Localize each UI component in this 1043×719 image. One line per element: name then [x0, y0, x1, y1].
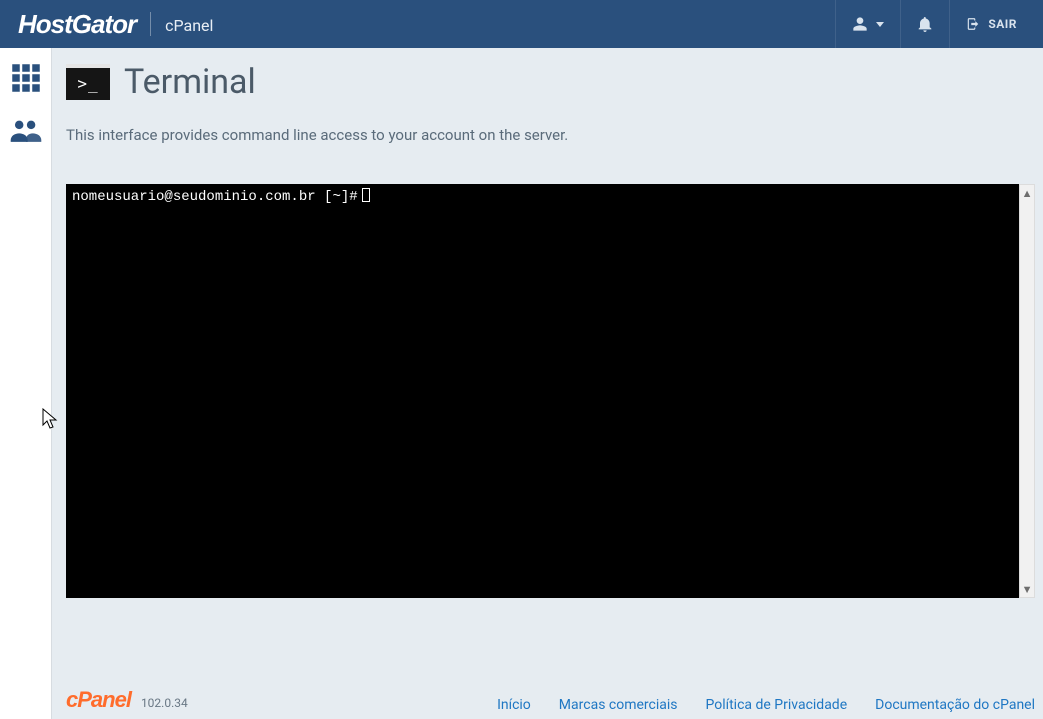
user-menu-button[interactable]: [835, 0, 900, 48]
main-content: Terminal This interface provides command…: [52, 48, 1043, 719]
terminal-icon: [66, 64, 110, 100]
terminal-prompt: nomeusuario@seudominio.com.br [~]#: [72, 189, 358, 205]
brand-block: HostGator cPanel: [16, 9, 835, 40]
logout-button[interactable]: SAIR: [949, 0, 1033, 48]
users-icon: [9, 116, 43, 144]
brand-hostgator: HostGator: [18, 9, 136, 40]
footer-link-trademarks[interactable]: Marcas comerciais: [559, 697, 678, 713]
cpanel-logo: cPanel: [66, 687, 131, 713]
chevron-down-icon: [876, 22, 884, 27]
sidebar-apps-button[interactable]: [8, 60, 44, 96]
cpanel-version: 102.0.34: [141, 696, 188, 710]
page-title: Terminal: [124, 62, 256, 102]
footer-link-home[interactable]: Início: [497, 697, 531, 713]
footer-brand: cPanel 102.0.34: [66, 687, 188, 713]
footer-link-docs[interactable]: Documentação do cPanel: [875, 697, 1035, 713]
footer-link-privacy[interactable]: Política de Privacidade: [706, 697, 848, 713]
bell-icon: [917, 16, 933, 32]
terminal-container: nomeusuario@seudominio.com.br [~]# ▲ ▼: [66, 184, 1035, 598]
header-actions: SAIR: [835, 0, 1033, 48]
sidebar: [0, 48, 52, 719]
footer: cPanel 102.0.34 Início Marcas comerciais…: [66, 687, 1035, 713]
user-icon: [852, 16, 868, 32]
apps-grid-icon: [11, 63, 41, 93]
terminal-scrollbar[interactable]: ▲ ▼: [1019, 184, 1035, 598]
header-bar: HostGator cPanel SAIR: [0, 0, 1043, 48]
brand-cpanel-label: cPanel: [165, 16, 213, 35]
notifications-button[interactable]: [900, 0, 949, 48]
footer-links: Início Marcas comerciais Política de Pri…: [497, 697, 1035, 713]
logout-icon: [966, 17, 980, 31]
scroll-up-icon[interactable]: ▲: [1020, 185, 1034, 201]
page-description: This interface provides command line acc…: [66, 126, 1035, 144]
logout-label: SAIR: [988, 17, 1017, 31]
sidebar-users-button[interactable]: [8, 112, 44, 148]
brand-divider: [150, 12, 151, 36]
scroll-down-icon[interactable]: ▼: [1020, 581, 1034, 597]
page-header: Terminal: [66, 62, 1035, 102]
terminal-cursor: [362, 188, 370, 202]
terminal[interactable]: nomeusuario@seudominio.com.br [~]#: [66, 184, 1019, 598]
